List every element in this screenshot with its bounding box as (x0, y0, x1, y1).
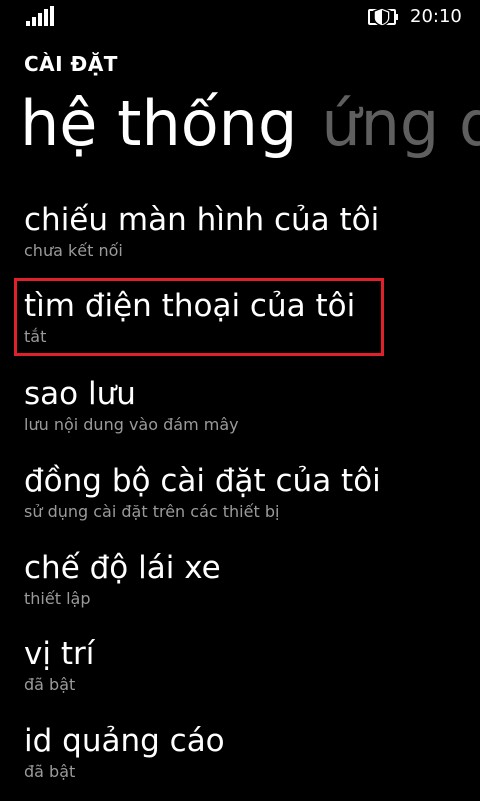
item-subtitle: lưu nội dung vào đám mây (24, 415, 239, 434)
settings-item-screen-projection[interactable]: chiếu màn hình của tôi chưa kết nối (24, 200, 464, 280)
settings-item-sync-settings[interactable]: đồng bộ cài đặt của tôi sử dụng cài đặt … (24, 461, 464, 541)
settings-item-driving-mode[interactable]: chế độ lái xe thiết lập (24, 548, 464, 628)
item-subtitle: đã bật (24, 762, 76, 781)
highlight-box (14, 278, 384, 356)
item-subtitle: chưa kết nối (24, 241, 123, 260)
item-title: vị trí (24, 636, 95, 672)
item-title: chiếu màn hình của tôi (24, 202, 380, 238)
settings-item-advertising-id[interactable]: id quảng cáo đã bật (24, 721, 464, 801)
item-title: chế độ lái xe (24, 550, 221, 586)
item-subtitle: đã bật (24, 675, 76, 694)
item-subtitle: sử dụng cài đặt trên các thiết bị (24, 502, 280, 521)
pivot-apps[interactable]: ứng d (321, 84, 480, 164)
settings-item-location[interactable]: vị trí đã bật (24, 634, 464, 714)
item-title: sao lưu (24, 376, 136, 412)
settings-item-backup[interactable]: sao lưu lưu nội dung vào đám mây (24, 374, 464, 454)
status-time: 20:10 (410, 6, 462, 27)
pivot-system[interactable]: hệ thống (20, 84, 297, 164)
shield-battery-icon (368, 7, 398, 27)
status-bar: 20:10 (0, 0, 480, 36)
item-title: đồng bộ cài đặt của tôi (24, 463, 381, 499)
pivot-header: hệ thống ứng d (20, 84, 480, 164)
item-subtitle: thiết lập (24, 589, 91, 608)
signal-strength-icon (26, 6, 56, 26)
item-title: id quảng cáo (24, 723, 225, 759)
app-title: CÀI ĐẶT (24, 52, 118, 76)
